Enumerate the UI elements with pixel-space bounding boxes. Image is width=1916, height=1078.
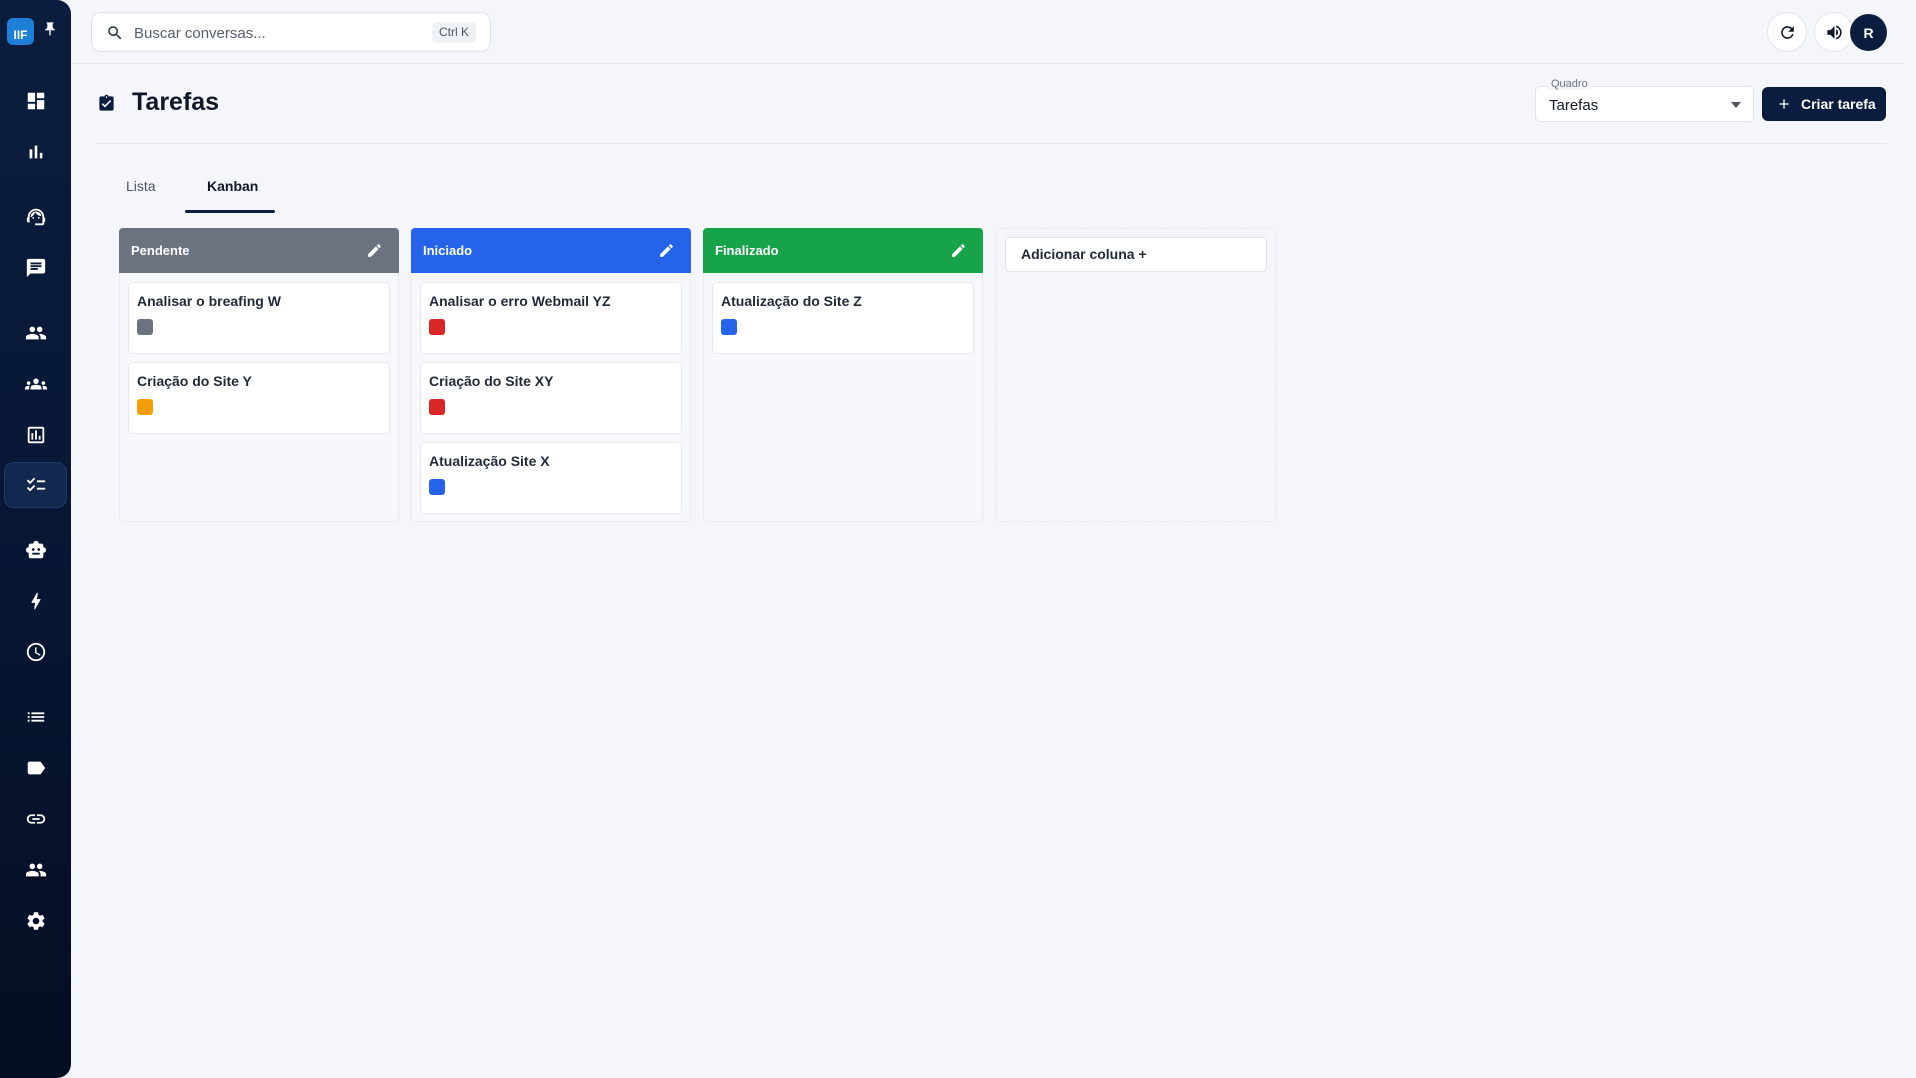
support-agent-icon [26,208,45,226]
dashboard-icon [27,92,44,110]
sidebar-item-chat[interactable] [4,245,67,291]
board-select-label: Quadro [1548,78,1591,90]
sidebar-item-dashboard[interactable] [4,78,67,124]
task-color-tag [137,319,153,335]
header-divider [97,143,1886,144]
edit-icon[interactable] [366,242,383,259]
tasks-icon [26,477,45,492]
task-card-title: Atualização do Site Z [721,293,862,309]
task-card[interactable]: Atualização do Site Z [712,282,974,354]
create-task-button[interactable]: Criar tarefa [1762,87,1886,121]
refresh-icon [1780,25,1794,39]
task-color-tag [429,399,445,415]
sidebar-item-lists[interactable] [4,694,67,740]
board-select[interactable]: Quadro Tarefas [1535,78,1754,122]
add-column-area: Adicionar coluna + [996,228,1276,522]
reports-icon [27,426,44,444]
sidebar: IIF [0,0,71,1078]
clock-icon [26,642,45,662]
task-card-title: Criação do Site Y [137,373,252,389]
tab-kanban[interactable]: Kanban [207,178,258,194]
task-card[interactable]: Analisar o erro Webmail YZ [420,282,682,354]
task-card-title: Atualização Site X [429,453,550,469]
board-select-value: Tarefas [1549,97,1599,114]
app-logo[interactable]: IIF [7,18,34,45]
task-color-tag [137,399,153,415]
task-card[interactable]: Atualização Site X [420,442,682,514]
sidebar-item-contacts[interactable] [4,310,67,356]
kanban-column-finalizado: Finalizado Atualização do Site Z [703,228,983,522]
chevron-down-icon [1731,102,1741,108]
link-icon [26,814,45,824]
tab-lista[interactable]: Lista [126,178,156,194]
task-card[interactable]: Criação do Site XY [420,362,682,434]
groups-icon [24,378,47,390]
kanban-column-iniciado: Iniciado Analisar o erro Webmail YZ Cria… [411,228,691,522]
task-color-tag [429,319,445,335]
task-card-title: Criação do Site XY [429,373,554,389]
task-card-title: Analisar o erro Webmail YZ [429,293,611,309]
contacts-icon [25,326,46,340]
column-header: Pendente [119,228,399,273]
sidebar-item-charts[interactable] [4,129,67,175]
list-icon [27,712,44,722]
task-card-title: Analisar o breafing W [137,293,281,309]
bar-chart-icon [29,145,42,159]
page-title: Tarefas [132,88,220,116]
task-card[interactable]: Criação do Site Y [128,362,390,434]
task-checkbox-icon [99,94,114,111]
sidebar-item-bots[interactable] [4,527,67,573]
sidebar-item-support[interactable] [4,194,67,240]
sound-button[interactable] [1814,12,1854,52]
task-color-tag [721,319,737,335]
search-bar[interactable]: Buscar conversas... Ctrl K [91,12,491,52]
search-input[interactable]: Buscar conversas... [134,25,266,42]
add-column-button[interactable]: Adicionar coluna + [1005,237,1267,272]
chat-icon [26,258,45,278]
avatar[interactable]: R [1850,14,1887,51]
column-title: Pendente [131,243,190,258]
sidebar-item-automations[interactable] [4,578,67,624]
tag-icon [27,761,45,775]
active-tab-indicator [185,210,275,213]
volume-icon [1826,25,1842,39]
flash-icon [30,592,41,610]
kanban-column-pendente: Pendente Analisar o breafing W Criação d… [119,228,399,522]
column-header: Iniciado [411,228,691,273]
column-title: Iniciado [423,243,473,258]
settings-icon [26,912,45,930]
search-shortcut-badge: Ctrl K [432,22,476,43]
users-icon [25,863,46,877]
sidebar-item-reports[interactable] [4,412,67,458]
pin-icon[interactable] [42,20,58,38]
sidebar-item-tags[interactable] [4,745,67,791]
scrollbar[interactable] [1904,0,1916,1078]
column-title: Finalizado [715,243,779,258]
refresh-button[interactable] [1767,12,1807,52]
sidebar-item-schedule[interactable] [4,629,67,675]
sidebar-item-users[interactable] [4,847,67,893]
bot-icon [25,540,46,559]
task-color-tag [429,479,445,495]
plus-icon [1779,99,1789,109]
sidebar-item-tasks[interactable] [4,462,67,508]
create-task-label: Criar tarefa [1801,96,1876,112]
sidebar-item-integrations[interactable] [4,796,67,842]
edit-icon[interactable] [950,242,967,259]
edit-icon[interactable] [658,242,675,259]
task-card[interactable]: Analisar o breafing W [128,282,390,354]
column-header: Finalizado [703,228,983,273]
search-icon [108,26,122,40]
sidebar-item-groups[interactable] [4,361,67,407]
sidebar-item-settings[interactable] [4,898,67,944]
topbar: Buscar conversas... Ctrl K R [71,0,1916,64]
